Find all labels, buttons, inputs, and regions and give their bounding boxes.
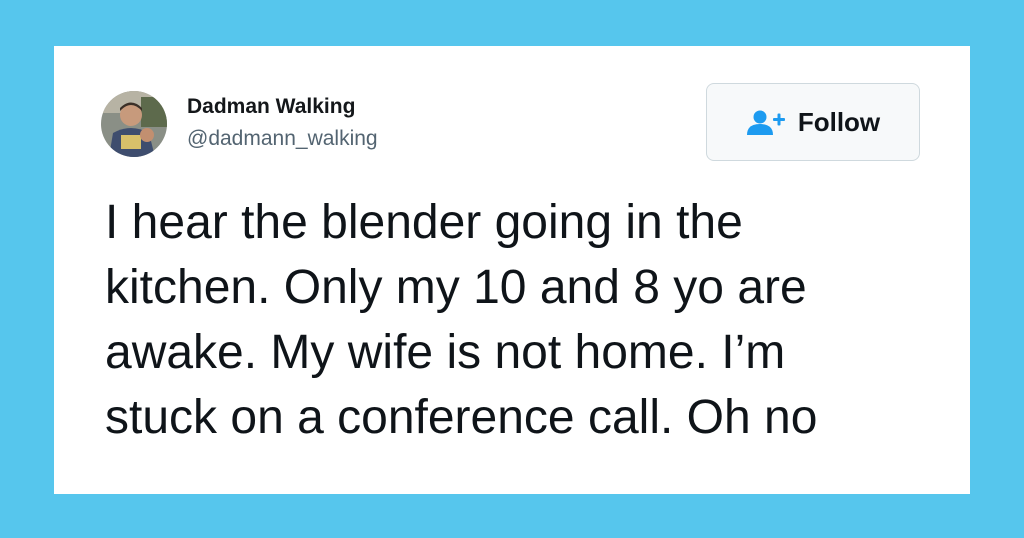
- follow-button[interactable]: Follow: [706, 83, 920, 161]
- tweet-text-line: kitchen. Only my 10 and 8 yo are: [105, 261, 807, 314]
- tweet-text-line: I hear the blender going in the: [105, 196, 743, 249]
- tweet-text: I hear the blender going in the kitchen.…: [105, 190, 945, 450]
- tweet-card: Dadman Walking @dadmann_walking Follow I…: [54, 46, 970, 494]
- profile-photo-icon: [101, 91, 167, 157]
- tweet-text-line: stuck on a conference call. Oh no: [105, 391, 818, 444]
- tweet-text-line: awake. My wife is not home. I’m: [105, 326, 786, 379]
- avatar[interactable]: [101, 91, 167, 157]
- display-name[interactable]: Dadman Walking: [187, 95, 355, 119]
- follow-label: Follow: [797, 106, 881, 137]
- user-handle[interactable]: @dadmann_walking: [187, 127, 378, 151]
- add-user-icon: [746, 109, 786, 135]
